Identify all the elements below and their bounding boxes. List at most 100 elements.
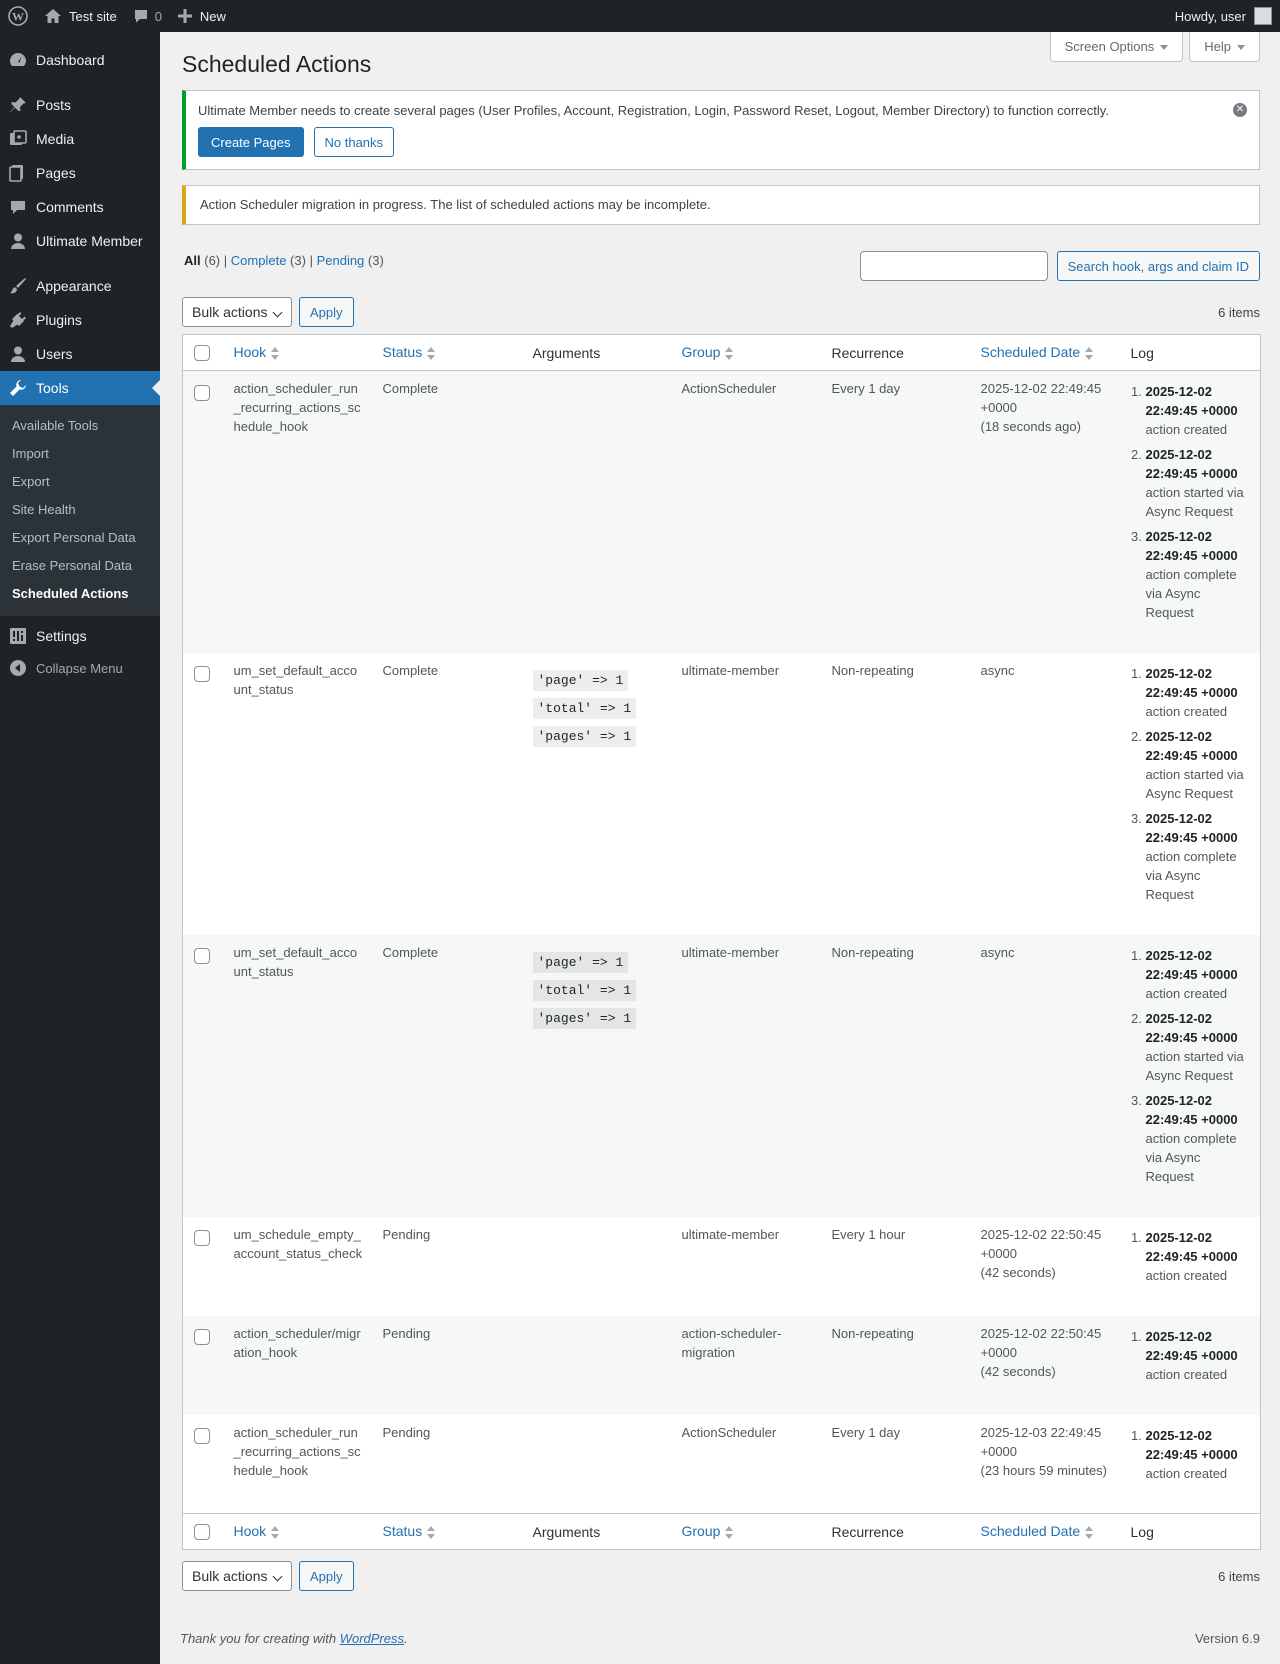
hook-cell[interactable]: action_scheduler/migration_hook: [224, 1316, 373, 1415]
menu-posts[interactable]: Posts: [0, 88, 160, 122]
log-entry: 2025-12-02 22:49:45 +0000 action started …: [1146, 445, 1253, 521]
log-list: 2025-12-02 22:49:45 +0000 action created: [1121, 1316, 1253, 1384]
menu-label: Dashboard: [36, 52, 105, 68]
menu-comments[interactable]: Comments: [0, 190, 160, 224]
screen-options-button[interactable]: Screen Options: [1049, 32, 1184, 62]
row-checkbox[interactable]: [194, 1428, 210, 1445]
wordpress-logo-menu[interactable]: W: [0, 0, 36, 32]
filter-all-count: (6): [204, 253, 221, 268]
menu-plugins[interactable]: Plugins: [0, 303, 160, 337]
home-icon: [45, 9, 61, 23]
submenu-scheduled-actions[interactable]: Scheduled Actions: [0, 580, 160, 608]
submenu-site-health[interactable]: Site Health: [0, 496, 160, 524]
submenu-export[interactable]: Export: [0, 468, 160, 496]
footer-version: Version 6.9: [1194, 1631, 1260, 1646]
plus-icon: [177, 9, 192, 23]
menu-pages[interactable]: Pages: [0, 156, 160, 190]
search-button[interactable]: Search hook, args and claim ID: [1056, 251, 1260, 281]
column-recurrence: Recurrence: [821, 334, 971, 371]
hook-cell[interactable]: action_scheduler_run_recurring_actions_s…: [224, 371, 373, 653]
users-icon: [8, 344, 28, 364]
search-input[interactable]: [859, 251, 1048, 281]
menu-appearance[interactable]: Appearance: [0, 269, 160, 303]
menu-dashboard[interactable]: Dashboard: [0, 43, 160, 77]
hook-name: um_set_default_account_status: [233, 944, 358, 979]
apply-button[interactable]: Apply: [299, 1561, 354, 1591]
comments-menu[interactable]: 0: [125, 0, 170, 32]
scheduled-date: async: [980, 662, 1015, 678]
hook-cell[interactable]: um_schedule_empty_account_status_check: [224, 1217, 373, 1316]
column-arguments: Arguments: [522, 1513, 672, 1550]
my-account-menu[interactable]: Howdy, user: [1175, 0, 1280, 32]
filter-pending[interactable]: Pending: [317, 253, 365, 268]
filter-all[interactable]: All: [184, 253, 201, 268]
recurrence-cell: Non-repeating: [831, 1325, 914, 1341]
row-checkbox[interactable]: [194, 948, 210, 965]
log-list: 2025-12-02 22:49:45 +0000action created2…: [1121, 653, 1253, 904]
select-all-checkbox[interactable]: [194, 1524, 210, 1541]
select-all-checkbox[interactable]: [194, 345, 210, 362]
apply-button[interactable]: Apply: [299, 297, 354, 327]
log-message: action complete via Async Request: [1145, 1130, 1237, 1184]
log-message: action started via Async Request: [1145, 766, 1244, 801]
admin-menu: Dashboard Posts Media Pages Comments Ult…: [0, 32, 160, 1664]
submenu-export-personal-data[interactable]: Export Personal Data: [0, 524, 160, 552]
sort-group[interactable]: Group: [682, 1523, 735, 1539]
submenu-import[interactable]: Import: [0, 440, 160, 468]
sort-group[interactable]: Group: [682, 344, 735, 360]
scheduled-date: 2025-12-02 22:50:45: [980, 1325, 1102, 1341]
hook-cell[interactable]: action_scheduler_run_recurring_actions_s…: [224, 1415, 373, 1514]
scheduled-timezone: +0000: [980, 400, 1018, 415]
log-date: 2025-12-02 22:49:45 +0000: [1145, 384, 1238, 418]
sort-status[interactable]: Status: [383, 1523, 437, 1539]
create-pages-button[interactable]: Create Pages: [198, 127, 304, 157]
bulk-actions-select[interactable]: Bulk actions: [182, 1561, 292, 1591]
row-checkbox[interactable]: [194, 1230, 210, 1247]
log-message: action complete via Async Request: [1145, 567, 1237, 620]
table-header-row: Hook Status Arguments Group Recurrence S…: [182, 334, 1261, 371]
menu-media[interactable]: Media: [0, 122, 160, 156]
sort-hook[interactable]: Hook: [234, 1523, 281, 1539]
menu-tools[interactable]: Tools: [0, 371, 160, 405]
hook-name: action_scheduler/migration_hook: [233, 1325, 361, 1360]
site-name-menu[interactable]: Test site: [36, 0, 125, 32]
column-arguments: Arguments: [522, 334, 672, 371]
scheduled-date-cell: 2025-12-03 22:49:45 +0000 (23 hours 59 min…: [971, 1415, 1121, 1514]
items-count: 6 items: [1218, 1568, 1260, 1584]
log-cell: 2025-12-02 22:49:45 +0000 action created: [1121, 1316, 1261, 1415]
submenu-available-tools[interactable]: Available Tools: [0, 412, 160, 440]
row-checkbox[interactable]: [194, 1329, 210, 1346]
sort-scheduled-date[interactable]: Scheduled Date: [981, 344, 1095, 360]
row-checkbox[interactable]: [194, 384, 210, 401]
group-cell: ultimate-member: [681, 944, 780, 960]
dismiss-icon[interactable]: ✕: [1233, 103, 1247, 117]
wordpress-link[interactable]: WordPress: [340, 1631, 404, 1646]
menu-users[interactable]: Users: [0, 337, 160, 371]
sort-icon: [426, 346, 436, 361]
menu-settings[interactable]: Settings: [0, 619, 160, 653]
help-button[interactable]: Help: [1189, 32, 1260, 62]
argument: 'total' => 1: [532, 979, 637, 1001]
main-content: Screen Options Help Scheduled Actions Ul…: [182, 32, 1261, 1591]
submenu-erase-personal-data[interactable]: Erase Personal Data: [0, 552, 160, 580]
scheduled-date: 2025-12-02 22:49:45: [980, 381, 1102, 396]
row-checkbox[interactable]: [194, 666, 210, 683]
tools-submenu: Available Tools Import Export Site Healt…: [0, 405, 160, 616]
log-message: action created: [1145, 422, 1228, 437]
log-list: 2025-12-02 22:49:45 +0000action created2…: [1121, 935, 1253, 1186]
column-log: Log: [1120, 1513, 1261, 1550]
collapse-menu-button[interactable]: Collapse Menu: [0, 653, 160, 683]
hook-cell[interactable]: um_set_default_account_status: [224, 653, 373, 935]
no-thanks-button[interactable]: No thanks: [313, 127, 395, 157]
new-content-menu[interactable]: New: [170, 0, 234, 32]
sort-scheduled-date[interactable]: Scheduled Date: [981, 1523, 1095, 1539]
comments-count: 0: [154, 8, 162, 24]
bulk-actions-select[interactable]: Bulk actions: [182, 297, 292, 327]
sort-status[interactable]: Status: [383, 344, 437, 360]
filter-complete[interactable]: Complete: [231, 253, 287, 268]
sort-hook[interactable]: Hook: [234, 344, 281, 360]
recurrence-cell: Every 1 day: [831, 1424, 901, 1440]
menu-ultimate-member[interactable]: Ultimate Member: [0, 224, 160, 258]
hook-cell[interactable]: um_set_default_account_status: [224, 935, 373, 1217]
sort-icon: [724, 346, 734, 361]
